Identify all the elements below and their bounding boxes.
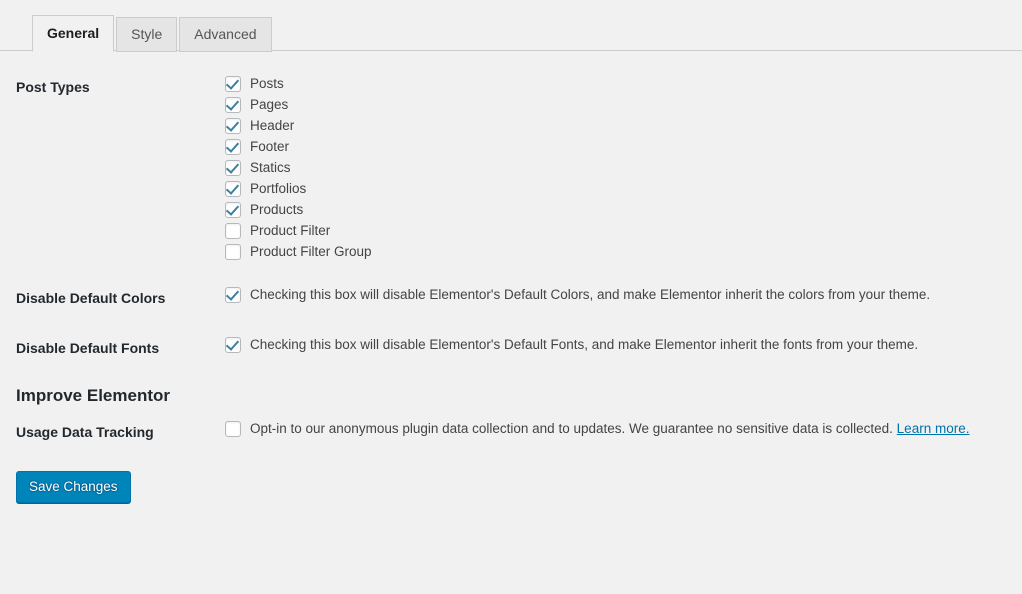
- checkbox-disable-default-fonts[interactable]: [225, 337, 241, 354]
- label-usage-data-tracking: Usage Data Tracking: [16, 424, 154, 441]
- checkbox-row-posts[interactable]: Posts: [225, 75, 1012, 92]
- checkbox-row-disable-default-fonts[interactable]: Checking this box will disable Elementor…: [225, 336, 1012, 354]
- checkbox-portfolios[interactable]: [225, 181, 241, 197]
- checkbox-label-pages[interactable]: Pages: [250, 96, 288, 113]
- row-disable-default-fonts: Disable Default Fonts Checking this box …: [0, 323, 1022, 373]
- description-disable-default-fonts: Checking this box will disable Elementor…: [250, 337, 919, 353]
- checkbox-label-statics[interactable]: Statics: [250, 159, 291, 176]
- checkbox-product-filter[interactable]: [225, 223, 241, 239]
- row-disable-default-colors: Disable Default Colors Checking this box…: [0, 273, 1022, 323]
- description-usage-data-tracking: Opt-in to our anonymous plugin data coll…: [250, 420, 969, 437]
- label-post-types: Post Types: [16, 79, 90, 95]
- checkbox-label-portfolios[interactable]: Portfolios: [250, 180, 306, 197]
- tab-style[interactable]: Style: [116, 17, 178, 52]
- checkbox-posts[interactable]: [225, 76, 241, 92]
- row-usage-data-tracking: Usage Data Tracking Opt-in to our anonym…: [0, 407, 1022, 457]
- description-usage-data-tracking-text: Opt-in to our anonymous plugin data coll…: [250, 421, 893, 437]
- save-changes-button[interactable]: Save Changes: [16, 470, 131, 504]
- field-disable-default-fonts: Checking this box will disable Elementor…: [225, 323, 1022, 373]
- submit-area: Save Changes: [0, 465, 1022, 504]
- checkbox-usage-data-tracking[interactable]: [225, 421, 241, 438]
- field-post-types: Posts Pages Header Footer Statics Portfo…: [225, 62, 1022, 273]
- checkbox-product-filter-group[interactable]: [225, 244, 241, 260]
- checkbox-row-footer[interactable]: Footer: [225, 138, 1012, 155]
- tab-list: General Style Advanced: [16, 0, 1022, 52]
- tab-advanced[interactable]: Advanced: [179, 17, 272, 52]
- checkbox-disable-default-colors[interactable]: [225, 287, 241, 303]
- checkbox-row-product-filter[interactable]: Product Filter: [225, 222, 1012, 239]
- field-disable-default-colors: Checking this box will disable Elementor…: [225, 273, 1022, 323]
- checkbox-label-products[interactable]: Products: [250, 201, 303, 218]
- checkbox-label-product-filter-group[interactable]: Product Filter Group: [250, 243, 372, 260]
- checkbox-row-disable-default-colors[interactable]: Checking this box will disable Elementor…: [225, 286, 1012, 303]
- checkbox-footer[interactable]: [225, 139, 241, 155]
- checkbox-row-pages[interactable]: Pages: [225, 96, 1012, 113]
- settings-form-table: Post Types Posts Pages Header Footer Sta…: [0, 62, 1022, 458]
- checkbox-row-usage-data-tracking[interactable]: Opt-in to our anonymous plugin data coll…: [225, 420, 1012, 438]
- settings-tab-bar: General Style Advanced: [0, 0, 1022, 52]
- row-post-types: Post Types Posts Pages Header Footer Sta…: [0, 62, 1022, 273]
- checkbox-label-posts[interactable]: Posts: [250, 75, 284, 92]
- description-disable-default-colors: Checking this box will disable Elementor…: [250, 287, 931, 302]
- checkbox-label-header[interactable]: Header: [250, 117, 294, 134]
- checkbox-pages[interactable]: [225, 97, 241, 113]
- checkbox-products[interactable]: [225, 202, 241, 218]
- tab-general[interactable]: General: [32, 15, 115, 52]
- field-usage-data-tracking: Opt-in to our anonymous plugin data coll…: [225, 407, 1022, 457]
- checkbox-row-statics[interactable]: Statics: [225, 159, 1012, 176]
- heading-cell-improve-elementor: Improve Elementor: [0, 373, 1022, 407]
- row-improve-elementor-heading: Improve Elementor: [0, 373, 1022, 407]
- learn-more-link[interactable]: Learn more.: [897, 421, 970, 436]
- checkbox-row-product-filter-group[interactable]: Product Filter Group: [225, 243, 1012, 260]
- checkbox-label-product-filter[interactable]: Product Filter: [250, 222, 330, 239]
- label-disable-default-colors: Disable Default Colors: [16, 290, 166, 306]
- checkbox-header[interactable]: [225, 118, 241, 134]
- checkbox-statics[interactable]: [225, 160, 241, 176]
- checkbox-row-header[interactable]: Header: [225, 117, 1012, 134]
- checkbox-row-products[interactable]: Products: [225, 201, 1012, 218]
- section-heading-improve-elementor: Improve Elementor: [16, 386, 170, 406]
- checkbox-label-footer[interactable]: Footer: [250, 138, 289, 155]
- checkbox-row-portfolios[interactable]: Portfolios: [225, 180, 1012, 197]
- label-disable-default-fonts: Disable Default Fonts: [16, 340, 160, 357]
